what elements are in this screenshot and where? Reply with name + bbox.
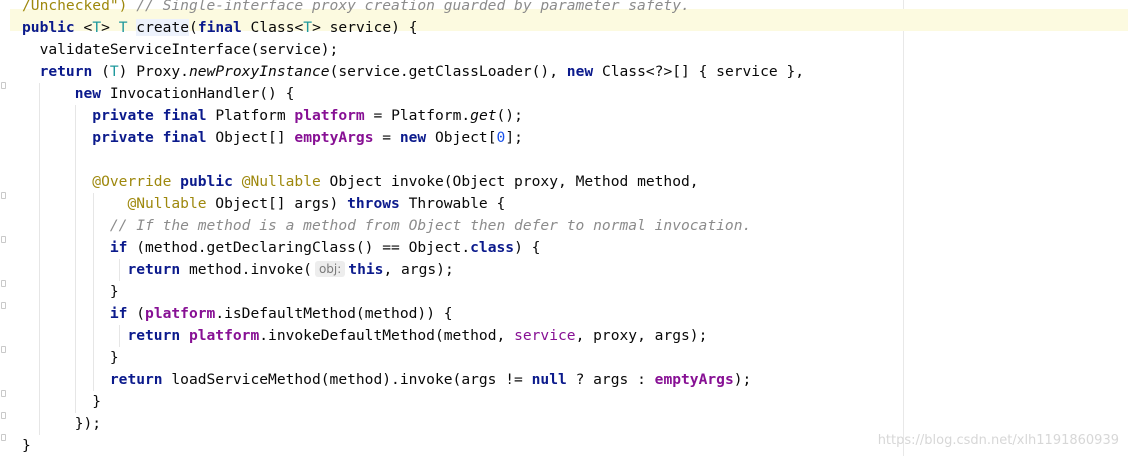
watermark: https://blog.csdn.net/xlh1191860939	[877, 433, 1119, 448]
code-line: }	[22, 391, 1128, 413]
code-line: if (platform.isDefaultMethod(method)) {	[22, 303, 1128, 325]
code-line: }	[22, 347, 1128, 369]
code-line-create-signature: public <T> T create(final Class<T> servi…	[22, 19, 418, 36]
code-line: private final Platform platform = Platfo…	[22, 105, 1128, 127]
fold-marker-icon[interactable]	[1, 390, 6, 397]
code-line: @Override public @Nullable Object invoke…	[22, 171, 1128, 193]
code-line: new InvocationHandler() {	[22, 83, 1128, 105]
code-line: }	[22, 281, 1128, 303]
code-line-comment: // If the method is a method from Object…	[22, 215, 1128, 237]
code-line: return loadServiceMethod(method).invoke(…	[22, 369, 1128, 391]
code-line: });	[22, 413, 1128, 435]
fold-marker-icon[interactable]	[1, 302, 6, 309]
method-name-create[interactable]: create	[136, 19, 190, 36]
parameter-hint: obj:	[314, 261, 346, 277]
code-line: if (method.getDeclaringClass() == Object…	[22, 237, 1128, 259]
code-line: /Unchecked") // Single-interface proxy c…	[22, 0, 690, 14]
code-line: return method.invoke(obj: this, args);	[22, 259, 1128, 281]
fold-marker-icon[interactable]	[1, 412, 6, 419]
code-line: return (T) Proxy.newProxyInstance(servic…	[39, 63, 805, 80]
fold-marker-icon[interactable]	[1, 236, 6, 243]
code-line-blank	[22, 149, 1128, 171]
code-editor[interactable]: /Unchecked") // Single-interface proxy c…	[22, 0, 1128, 457]
fold-marker-icon[interactable]	[1, 346, 6, 353]
editor-gutter	[0, 0, 10, 456]
code-line: validateServiceInterface(service);	[39, 41, 339, 58]
fold-marker-icon[interactable]	[1, 280, 6, 287]
fold-marker-icon[interactable]	[1, 434, 6, 441]
fold-marker-icon[interactable]	[1, 192, 6, 199]
fold-marker-icon[interactable]	[1, 82, 6, 89]
code-line: return platform.invokeDefaultMethod(meth…	[22, 325, 1128, 347]
code-line: private final Object[] emptyArgs = new O…	[22, 127, 1128, 149]
code-line: @Nullable Object[] args) throws Throwabl…	[22, 193, 1128, 215]
